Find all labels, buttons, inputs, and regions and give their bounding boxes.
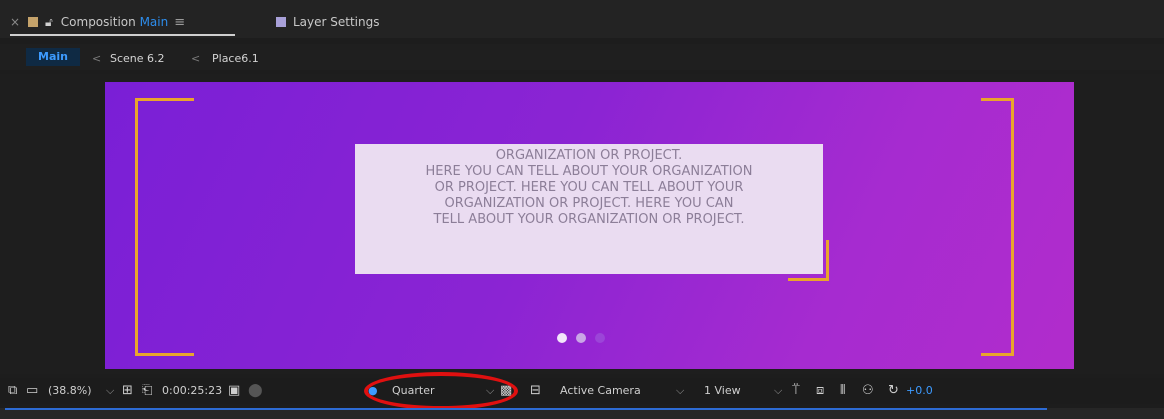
breadcrumb-main[interactable]: Main [26, 48, 80, 66]
transparency-grid-icon[interactable]: ⊟ [530, 383, 541, 399]
view-layout-chevron-icon[interactable]: ⌵ [774, 383, 782, 399]
composition-viewer[interactable]: ORGANIZATION OR PROJECT. HERE YOU CAN TE… [0, 74, 1164, 374]
breadcrumb-separator-icon: < [92, 52, 102, 65]
resolution-dropdown[interactable]: Quarter [392, 383, 435, 399]
active-tab-indicator [10, 34, 235, 36]
text-card[interactable]: ORGANIZATION OR PROJECT. HERE YOU CAN TE… [355, 144, 823, 274]
zoom-level[interactable]: (38.8%) [48, 383, 92, 399]
always-preview-icon[interactable]: ⧉ [8, 383, 17, 399]
camera-chevron-icon[interactable]: ⌵ [676, 383, 684, 399]
panel-menu-icon[interactable]: ≡ [174, 15, 185, 30]
pagination-dot[interactable] [557, 333, 567, 343]
mask-visibility-icon[interactable]: ⎗ [142, 383, 152, 399]
tab-composition[interactable]: × 🔓︎ Composition Main ≡ [10, 12, 185, 32]
zoom-dropdown-chevron-icon[interactable]: ⌵ [106, 383, 114, 399]
viewer-toolbar: ⧉ ▭ (38.8%) ⌵ ⊞ ⎗ 0:00:25:23 ▣ ⬤ ● Quart… [0, 372, 1164, 410]
close-tab-icon[interactable]: × [10, 15, 22, 29]
composition-color-swatch [28, 17, 38, 27]
breadcrumb-place[interactable]: Place6.1 [212, 52, 259, 65]
breadcrumb-separator-icon: < [191, 52, 201, 65]
view-layout-dropdown[interactable]: 1 View [704, 383, 741, 399]
panel-focus-line [5, 408, 1047, 410]
snapshot-camera-icon[interactable]: ▣ [228, 383, 240, 399]
toggle-pixel-aspect-icon[interactable]: ⍡ [792, 383, 800, 399]
breadcrumb-scene[interactable]: Scene 6.2 [110, 52, 165, 65]
reset-exposure-icon[interactable]: ↻ [888, 383, 899, 399]
monitor-icon[interactable]: ▭ [26, 383, 38, 399]
panel-tab-bar: × 🔓︎ Composition Main ≡ Layer Settings [0, 0, 1164, 38]
layer-color-swatch [276, 17, 286, 27]
left-bracket-frame [135, 98, 194, 356]
card-text-line: OR PROJECT. HERE YOU CAN TELL ABOUT YOUR [434, 180, 744, 195]
card-text-line: ORGANIZATION OR PROJECT. HERE YOU CAN [444, 196, 734, 211]
composition-canvas[interactable]: ORGANIZATION OR PROJECT. HERE YOU CAN TE… [105, 82, 1074, 369]
region-of-interest-icon[interactable]: ▩ [500, 383, 512, 399]
right-bracket-frame [981, 98, 1014, 356]
highlight-annotation-ellipse [364, 372, 518, 410]
composition-name: Main [139, 15, 169, 29]
pagination-dot[interactable] [595, 333, 605, 343]
card-text-line: TELL ABOUT YOUR ORGANIZATION OR PROJECT. [433, 212, 745, 227]
exposure-value[interactable]: +0.0 [906, 383, 933, 399]
fast-previews-icon[interactable]: ⧈ [816, 383, 824, 399]
current-time[interactable]: 0:00:25:23 [162, 383, 222, 399]
pagination-dot[interactable] [576, 333, 586, 343]
show-snapshot-icon[interactable]: ⬤ [248, 383, 263, 399]
camera-view-dropdown[interactable]: Active Camera [560, 383, 641, 399]
grid-guides-icon[interactable]: ⊞ [122, 383, 133, 399]
tab-prefix-label: Composition [60, 15, 136, 29]
color-channel-icon[interactable]: ● [368, 383, 378, 399]
timeline-icon[interactable]: ⫴ [840, 383, 845, 399]
card-text-line: HERE YOU CAN TELL ABOUT YOUR ORGANIZATIO… [425, 164, 753, 179]
pagination-dots [557, 333, 605, 343]
composition-tab-title: Composition Main [61, 15, 168, 29]
lock-icon[interactable]: 🔓︎ [45, 15, 53, 30]
timeline-panel-edge [0, 408, 1164, 419]
layer-tab-title: Layer Settings [293, 15, 380, 29]
card-text-line: ORGANIZATION OR PROJECT. [495, 148, 683, 163]
flowchart-icon[interactable]: ⚇ [862, 383, 874, 399]
resolution-chevron-icon[interactable]: ⌵ [486, 383, 494, 399]
tab-layer-settings[interactable]: Layer Settings [270, 12, 380, 32]
breadcrumb: Main < Scene 6.2 < Place6.1 [0, 44, 1164, 70]
